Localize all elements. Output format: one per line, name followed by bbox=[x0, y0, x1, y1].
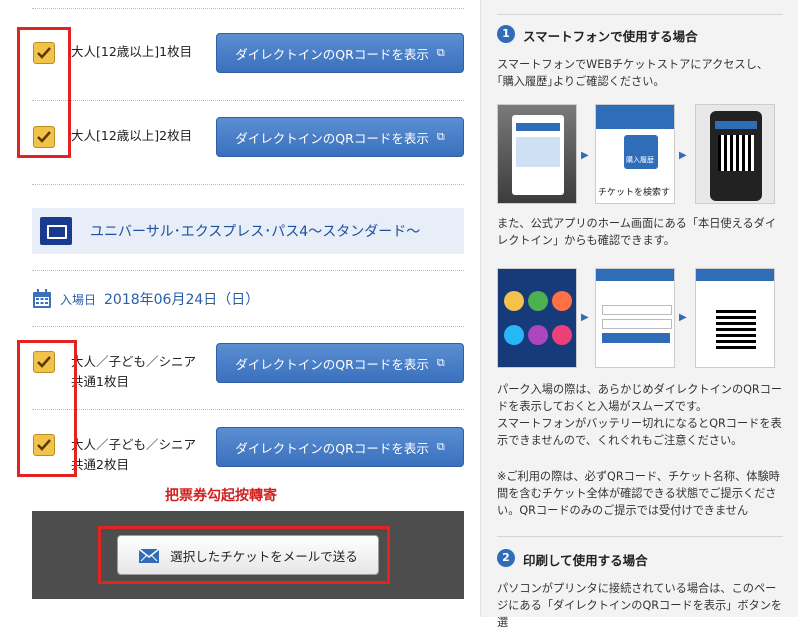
step2-title: 印刷して使用する場合 bbox=[523, 553, 648, 568]
divider bbox=[497, 14, 783, 15]
step-number-2: 2 bbox=[497, 549, 515, 567]
annotation-box-mail-button bbox=[98, 526, 390, 584]
step1-title: スマートフォンで使用する場合 bbox=[523, 29, 698, 44]
external-link-icon: ⧉ bbox=[436, 46, 445, 59]
show-qr-button-label: ダイレクトインのQRコードを表示 bbox=[235, 356, 429, 372]
divider bbox=[32, 326, 464, 327]
entry-date-value: 2018年06月24日（日） bbox=[104, 292, 260, 308]
annotation-box-checkboxes-bottom bbox=[17, 340, 77, 477]
step2-text: パソコンがプリンタに接続されている場合は、このページにある「ダイレクトインのQR… bbox=[497, 582, 783, 629]
annotation-box-checkboxes-top bbox=[17, 27, 71, 158]
app-screenshot-home bbox=[497, 268, 577, 368]
show-qr-button-3[interactable]: ダイレクトインのQRコードを表示 ⧉ bbox=[216, 343, 464, 383]
shot-label-history: 購入履歴 bbox=[626, 156, 654, 164]
show-qr-button-label: ダイレクトインのQRコードを表示 bbox=[235, 440, 429, 456]
external-link-icon: ⧉ bbox=[436, 440, 445, 453]
entry-date: 入場日 2018年06月24日（日） bbox=[32, 288, 259, 310]
show-qr-button-label: ダイレクトインのQRコードを表示 bbox=[235, 130, 429, 146]
arrow-right-icon: ▶ bbox=[679, 312, 687, 323]
entry-date-label: 入場日 bbox=[60, 292, 97, 307]
external-link-icon: ⧉ bbox=[436, 130, 445, 143]
arrow-right-icon: ▶ bbox=[581, 150, 589, 161]
ticket-label-3: 大人／子ども／シニア共通1枚目 bbox=[71, 354, 197, 389]
step1-text-app: また、公式アプリのホーム画面にある「本日使えるダイレクトイン」からも確認できます… bbox=[497, 217, 777, 247]
pass-title: ユニバーサル･エクスプレス･パス4〜スタンダード〜 bbox=[90, 224, 421, 240]
calendar-icon bbox=[33, 289, 51, 308]
step1-text-battery: スマートフォンがバッテリー切れになるとQRコードを表示できませんので、くれぐれも… bbox=[497, 417, 782, 447]
pass-section-header: ユニバーサル･エクスプレス･パス4〜スタンダード〜 bbox=[32, 208, 464, 254]
annotation-text: 把票券勾起按轉寄 bbox=[165, 488, 277, 504]
site-screenshot: 購入履歴 チケットを検索す bbox=[595, 104, 675, 204]
app-screenshot-login bbox=[595, 268, 675, 368]
shot-label-search: チケットを検索す bbox=[598, 188, 671, 198]
divider bbox=[32, 8, 464, 9]
external-link-icon: ⧉ bbox=[436, 356, 445, 369]
show-qr-button-label: ダイレクトインのQRコードを表示 bbox=[235, 46, 429, 62]
ticket-list-panel: 大人[12歳以上]1枚目 ダイレクトインのQRコードを表示 ⧉ 大人[12歳以上]… bbox=[0, 0, 480, 617]
divider bbox=[32, 184, 464, 185]
show-qr-button-1[interactable]: ダイレクトインのQRコードを表示 ⧉ bbox=[216, 33, 464, 73]
step-number-1: 1 bbox=[497, 25, 515, 43]
arrow-right-icon: ▶ bbox=[679, 150, 687, 161]
app-screenshot-qr bbox=[695, 268, 775, 368]
divider bbox=[32, 409, 464, 410]
qr-phone-screenshot bbox=[695, 104, 775, 204]
arrow-right-icon: ▶ bbox=[581, 312, 589, 323]
divider bbox=[497, 536, 783, 537]
divider bbox=[32, 100, 464, 101]
ticket-icon bbox=[40, 217, 72, 245]
usage-guide-panel: 1 スマートフォンで使用する場合 スマートフォンでWEBチケットストアにアクセス… bbox=[480, 0, 798, 629]
phone-screenshot bbox=[497, 104, 577, 204]
ticket-label-4: 大人／子ども／シニア共通2枚目 bbox=[71, 437, 197, 472]
step1-text: スマートフォンでWEBチケットストアにアクセスし、｢購入履歴｣よりご確認ください… bbox=[497, 58, 769, 88]
step1-text-entry: パーク入場の際は、あらかじめダイレクトインのQRコードを表示しておくと入場がスム… bbox=[497, 383, 783, 413]
divider bbox=[32, 270, 464, 271]
show-qr-button-2[interactable]: ダイレクトインのQRコードを表示 ⧉ bbox=[216, 117, 464, 157]
usage-note: ※ご利用の際は、必ずQRコード、チケット名称、体験時間を含むチケット全体が確認で… bbox=[497, 470, 780, 517]
ticket-label-2: 大人[12歳以上]2枚目 bbox=[71, 128, 193, 143]
ticket-label-1: 大人[12歳以上]1枚目 bbox=[71, 44, 193, 59]
show-qr-button-4[interactable]: ダイレクトインのQRコードを表示 ⧉ bbox=[216, 427, 464, 467]
